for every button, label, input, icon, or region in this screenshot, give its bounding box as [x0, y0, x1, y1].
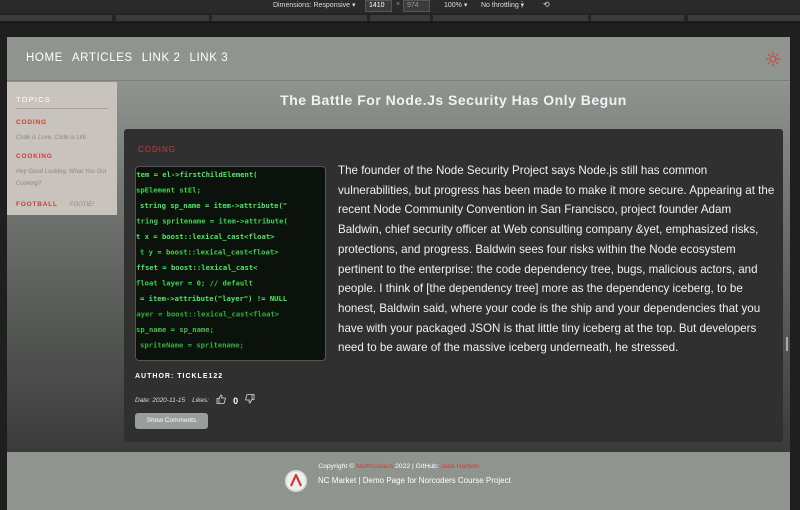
article-image: item = el->firstChildElement( spElement s… [135, 166, 326, 361]
footer-copyright: Copyright © Northcoders 2022 | GitHub: J… [318, 463, 479, 470]
zoom-dropdown[interactable]: 100% ▾ [444, 1, 467, 9]
image-code-line: = item->attribute("layer") != NULL [140, 294, 288, 303]
footer-tagline: NC Market | Demo Page for Norcoders Cour… [318, 476, 511, 485]
media-query-ruler [0, 13, 800, 23]
topic-link-football[interactable]: FOOTBALL [16, 201, 58, 208]
topic-description: FOOTIE! [69, 202, 94, 208]
nc-market-logo-icon [285, 470, 307, 492]
more-options-icon[interactable]: ⋮ [518, 0, 526, 9]
article-topic-tag[interactable]: CODING [138, 145, 176, 154]
topic-description: Code is Love, Code is Life [16, 135, 87, 141]
image-code-line: spElement stEl; [136, 186, 201, 195]
likes-label: Likes: [192, 397, 210, 404]
image-code-line: offset = boost::lexical_cast< [136, 263, 258, 272]
article-title: The Battle For Node.Js Security Has Only… [280, 92, 627, 108]
show-comments-button[interactable]: Show Comments [135, 413, 208, 429]
nav-link-3[interactable]: LINK 3 [190, 52, 229, 64]
topics-sidebar: TOPICS CODING Code is Love, Code is Life… [7, 82, 117, 215]
footer: Copyright © Northcoders 2022 | GitHub: J… [7, 452, 790, 510]
nav-articles-link[interactable]: ARTICLES [72, 52, 133, 64]
image-code-line: float layer = 0; // default [136, 279, 253, 288]
image-code-line: sp_name = sp_name; [136, 325, 214, 334]
times-sign: × [396, 1, 401, 8]
topic-link-cooking[interactable]: COOKING [16, 153, 108, 160]
topic-row-football: FOOTBALL FOOTIE! [16, 199, 108, 211]
image-code-line: t x = boost::lexical_cast<float> [136, 232, 275, 241]
navbar: HOME ARTICLES LINK 2 LINK 3 [7, 37, 790, 81]
width-input[interactable]: 1410 [365, 0, 392, 12]
article-body: The founder of the Node Security Project… [338, 164, 775, 355]
likes-count: 0 [233, 395, 239, 406]
topic-link-coding[interactable]: CODING [16, 119, 108, 126]
footer-github-link[interactable]: Jack Harbon [441, 463, 479, 470]
viewport-resize-handle[interactable] [786, 337, 788, 351]
devtools-toolbar: Dimensions: Responsive ▾ 1410 × 974 100%… [0, 0, 800, 13]
thumbs-down-icon[interactable] [245, 394, 255, 407]
image-code-line: t y = boost::lexical_cast<float> [140, 248, 279, 257]
rotate-icon[interactable]: ⟲ [543, 0, 550, 9]
article-meta: Date: 2020-11-15 Likes: 0 [135, 394, 255, 407]
image-code-line: spriteName = spritename; [140, 341, 244, 350]
sidebar-title: TOPICS [16, 95, 108, 109]
nav-home-link[interactable]: HOME [26, 52, 63, 64]
image-code-line: string sp_name = item->attribute(" [140, 201, 287, 210]
image-code-line: string spritename = item->attribute( [136, 217, 288, 226]
article-author: AUTHOR: TICKLE122 [135, 373, 224, 380]
nav-link-2[interactable]: LINK 2 [142, 52, 181, 64]
article-date: Date: 2020-11-15 [135, 397, 186, 404]
nav-links: HOME ARTICLES LINK 2 LINK 3 [26, 52, 228, 64]
page-viewport: HOME ARTICLES LINK 2 LINK 3 TOPICS CODIN… [7, 37, 790, 510]
thumbs-up-icon[interactable] [216, 394, 226, 407]
image-code-line: item = el->firstChildElement( [136, 170, 258, 179]
height-input[interactable]: 974 [403, 0, 430, 12]
image-code-line: layer = boost::lexical_cast<float> [136, 310, 280, 319]
topic-description: Hey Good Looking, What You Got Cooking? [16, 169, 107, 187]
sun-icon[interactable] [765, 51, 781, 67]
dimensions-dropdown[interactable]: Dimensions: Responsive ▾ [273, 1, 356, 9]
footer-org-link[interactable]: Northcoders [356, 463, 393, 470]
article-card: CODING item = el->firstChildElement( spEl… [124, 129, 783, 442]
